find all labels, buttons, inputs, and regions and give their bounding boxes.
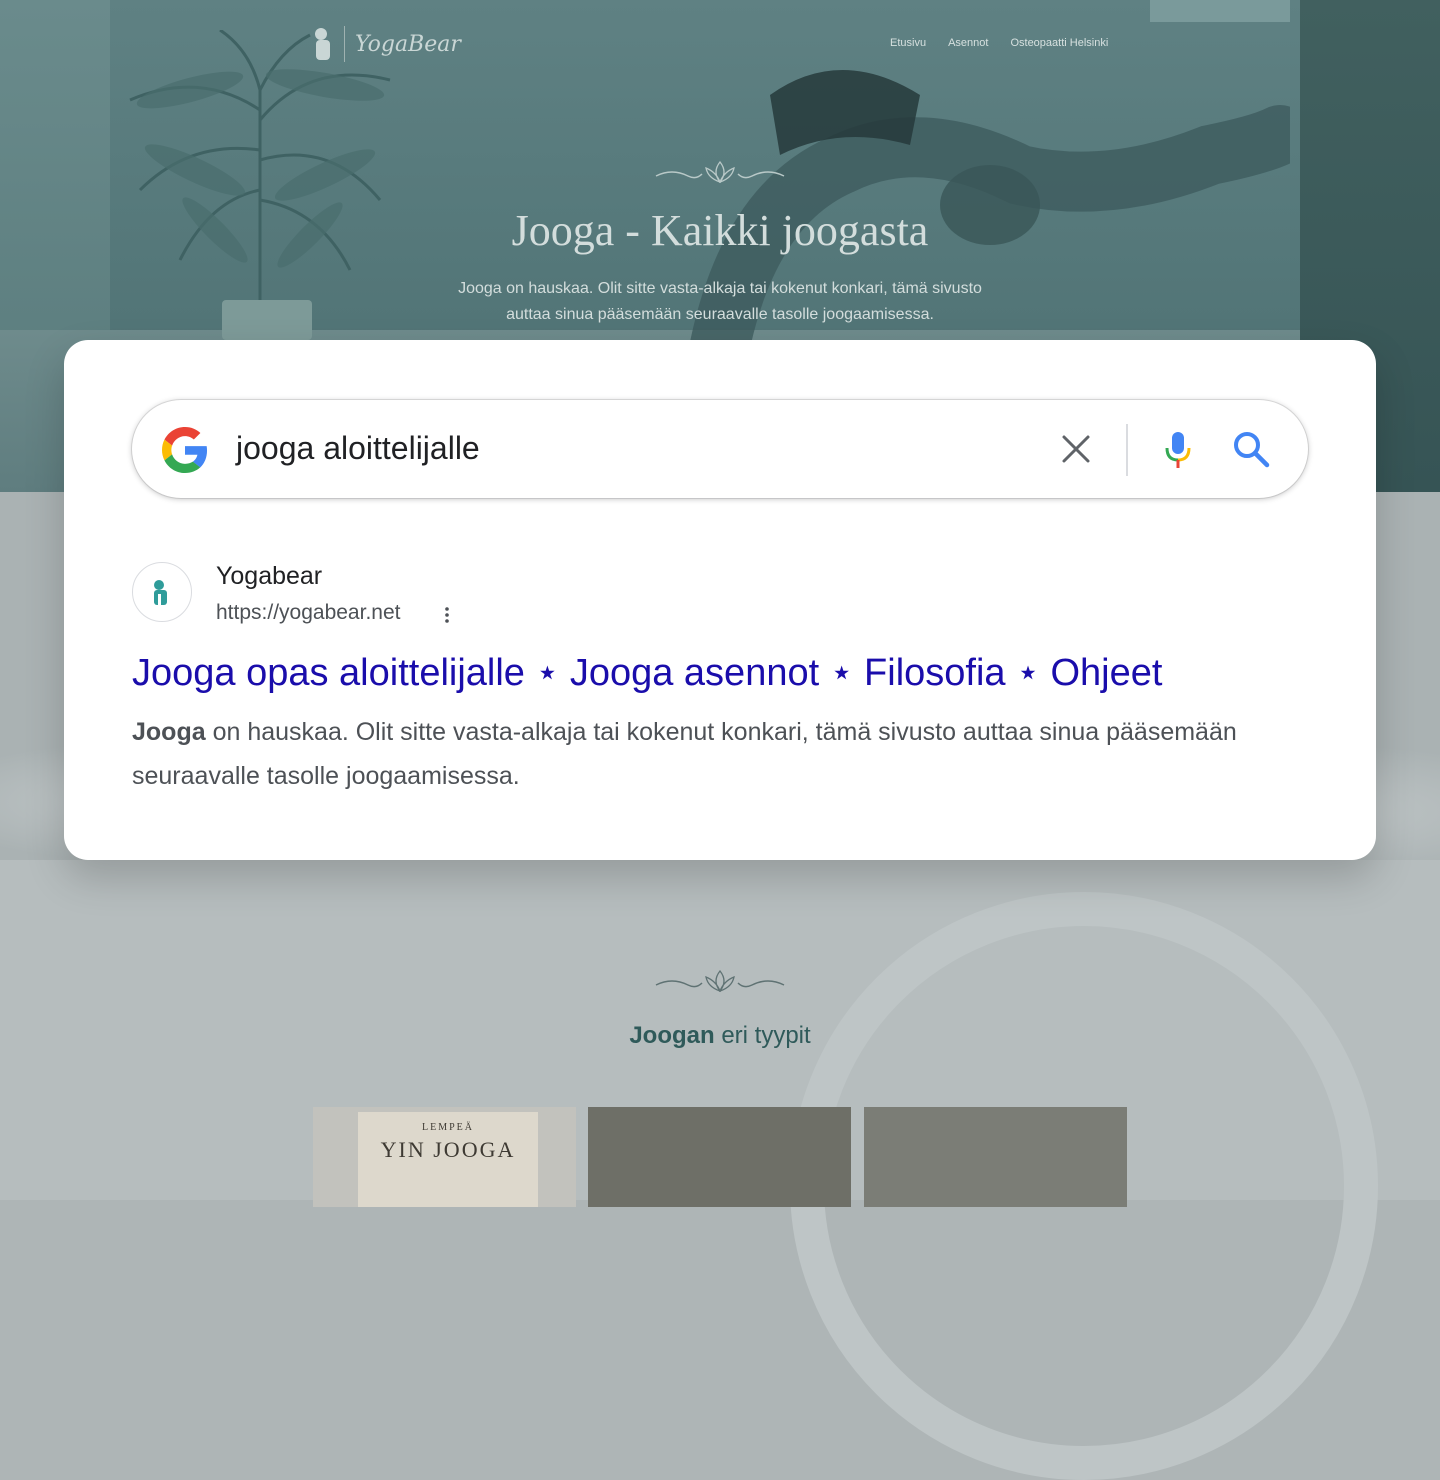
yoga-type-card[interactable] (864, 1107, 1127, 1207)
sign-small-text: LEMPEÄ (422, 1122, 474, 1133)
search-icon[interactable] (1232, 430, 1270, 468)
yoga-type-card[interactable]: LEMPEÄ YIN JOOGA (313, 1107, 576, 1207)
plant-pot (222, 300, 312, 340)
bear-logo-icon (315, 28, 330, 60)
nav-etusivu[interactable]: Etusivu (890, 37, 926, 49)
hero-window (1150, 0, 1290, 22)
search-divider (1126, 424, 1128, 476)
search-result-card: jooga aloittelijalle Yogabear https://yo… (64, 340, 1376, 860)
hero-subtitle: Jooga on hauskaa. Olit sitte vasta-alkaj… (420, 276, 1020, 328)
nav-asennot[interactable]: Asennot (948, 37, 988, 49)
result-title-link[interactable]: Jooga opas aloittelijalle ⋆ Jooga asenno… (132, 650, 1162, 695)
result-site-name[interactable]: Yogabear (216, 562, 322, 591)
site-logo[interactable]: YogaBear (312, 26, 461, 62)
bear-favicon-icon (154, 580, 167, 605)
lotus-divider-icon (655, 969, 785, 993)
section-title-bold: Joogan (629, 1022, 715, 1049)
logo-separator (344, 26, 345, 62)
snippet-text: on hauskaa. Olit sitte vasta-alkaja tai … (132, 718, 1237, 790)
nav-osteopaatti[interactable]: Osteopaatti Helsinki (1010, 37, 1108, 49)
more-vert-icon[interactable] (440, 604, 454, 626)
yin-jooga-sign: LEMPEÄ YIN JOOGA (358, 1112, 538, 1207)
site-favicon[interactable] (132, 562, 192, 622)
section-title: Joogan eri tyypit (0, 1022, 1440, 1050)
mic-icon[interactable] (1162, 430, 1194, 470)
section-title-rest: eri tyypit (714, 1022, 811, 1049)
hero-title: Jooga - Kaikki joogasta (511, 206, 929, 255)
sign-big-text: YIN JOOGA (380, 1137, 516, 1162)
hero-subtitle-line1: Jooga on hauskaa. Olit sitte vasta-alkaj… (458, 280, 982, 297)
search-query[interactable]: jooga aloittelijalle (236, 430, 480, 467)
site-nav: Etusivu Asennot Osteopaatti Helsinki (890, 37, 1108, 49)
hero-subtitle-line2: auttaa sinua pääsemään seuraavalle tasol… (506, 306, 934, 323)
yoga-type-card[interactable] (588, 1107, 851, 1207)
lotus-divider-icon (655, 160, 785, 184)
clear-icon[interactable] (1060, 433, 1092, 465)
palm-plant-image (129, 30, 391, 315)
result-url[interactable]: https://yogabear.net (216, 601, 400, 625)
search-bar[interactable]: jooga aloittelijalle (132, 400, 1308, 498)
google-g-icon (162, 427, 208, 473)
result-snippet: Jooga on hauskaa. Olit sitte vasta-alkaj… (132, 710, 1242, 798)
logo-text: YogaBear (355, 31, 461, 57)
snippet-bold: Jooga (132, 718, 206, 746)
